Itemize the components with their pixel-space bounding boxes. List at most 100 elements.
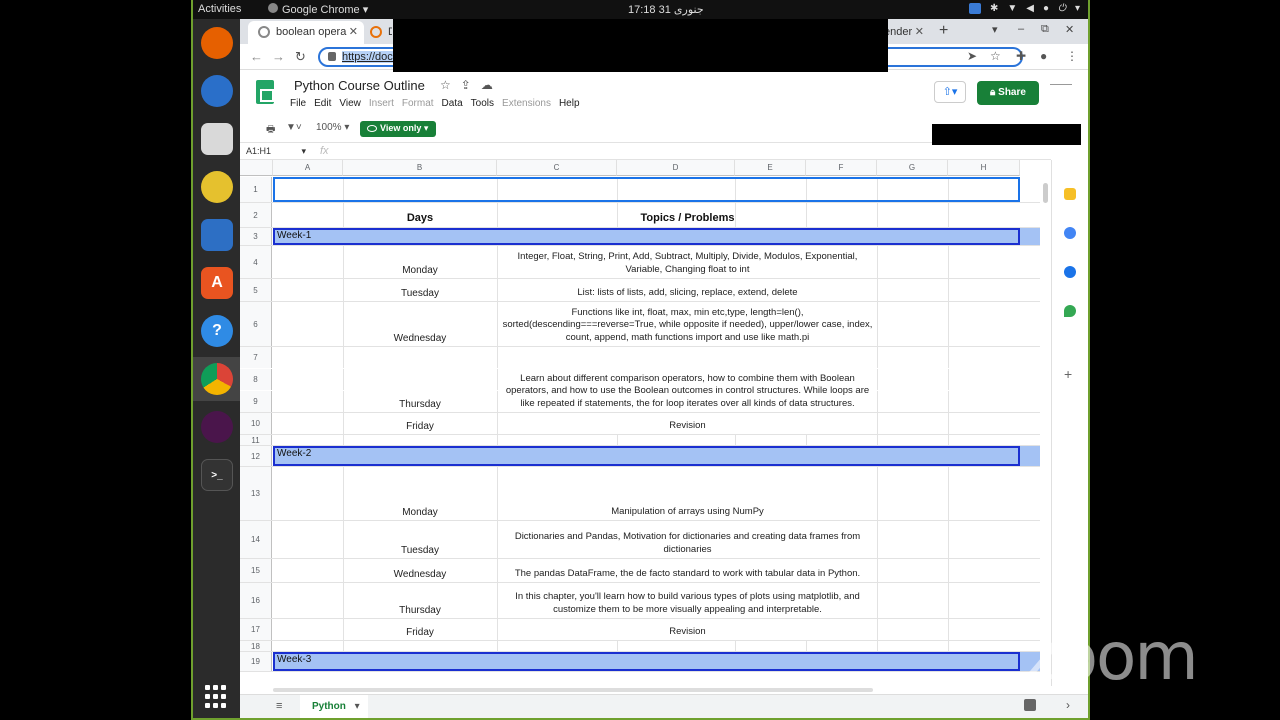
more-menu-icon[interactable]: ⋮ bbox=[1066, 49, 1078, 63]
row-header[interactable]: 13 bbox=[240, 467, 272, 520]
column-header-a[interactable]: A bbox=[273, 160, 343, 176]
topic-cell[interactable]: Dictionaries and Pandas, Motivation for … bbox=[498, 531, 877, 556]
scrollbar-thumb[interactable] bbox=[273, 688, 873, 692]
day-cell[interactable]: Friday bbox=[343, 627, 497, 638]
wifi-icon[interactable]: ▼ bbox=[1007, 3, 1017, 14]
day-cell[interactable]: Thursday bbox=[343, 399, 497, 410]
table-row[interactable]: 7 bbox=[240, 347, 1051, 369]
chevron-down-icon[interactable]: ▾ bbox=[1075, 3, 1080, 14]
table-row[interactable]: 9 Thursday Learn about different compariso… bbox=[240, 373, 1051, 413]
table-row[interactable]: 2 Days Topics / Problems bbox=[240, 203, 1051, 228]
select-all-corner[interactable] bbox=[240, 160, 273, 176]
row-header[interactable]: 1 bbox=[240, 177, 272, 202]
menu-tools[interactable]: Tools bbox=[471, 98, 494, 109]
close-icon[interactable]: ✕ bbox=[915, 25, 924, 38]
topic-cell[interactable]: Revision bbox=[498, 420, 877, 433]
table-row[interactable]: 4 Monday Integer, Float, String, Print, Ad… bbox=[240, 246, 1051, 279]
filter-icon[interactable]: ▼˅ bbox=[286, 122, 302, 133]
close-icon[interactable]: ✕ bbox=[349, 25, 358, 38]
new-tab-button[interactable]: + bbox=[939, 22, 948, 40]
vertical-scrollbar[interactable] bbox=[1040, 177, 1051, 686]
week-row[interactable]: 19 Week-3 bbox=[240, 652, 1051, 672]
day-cell[interactable]: Monday bbox=[343, 265, 497, 276]
help-icon[interactable]: ? bbox=[201, 315, 233, 347]
tab-search-icon[interactable]: ▾ bbox=[992, 23, 998, 36]
firefox-icon[interactable] bbox=[201, 27, 233, 59]
account-avatar[interactable] bbox=[1050, 84, 1072, 88]
tasks-icon[interactable] bbox=[1064, 227, 1076, 239]
topic-cell[interactable]: Learn about different comparison operato… bbox=[498, 373, 877, 411]
tab-second[interactable]: D bbox=[364, 21, 392, 44]
day-cell[interactable]: Thursday bbox=[343, 605, 497, 616]
row-header[interactable]: 5 bbox=[240, 279, 272, 301]
volume-icon[interactable]: ◀ bbox=[1026, 3, 1034, 14]
star-icon[interactable]: ☆ bbox=[440, 78, 451, 92]
menu-data[interactable]: Data bbox=[442, 98, 463, 109]
topic-cell[interactable]: Revision bbox=[498, 626, 877, 639]
thunderbird-icon[interactable] bbox=[201, 75, 233, 107]
day-cell[interactable]: Wednesday bbox=[343, 333, 497, 344]
topic-cell[interactable]: List: lists of lists, add, slicing, repl… bbox=[498, 287, 877, 300]
settings-icon[interactable]: ✱ bbox=[990, 3, 998, 14]
day-cell[interactable]: Tuesday bbox=[343, 545, 497, 556]
mic-icon[interactable]: ● bbox=[1043, 3, 1049, 14]
add-addon-icon[interactable]: + bbox=[1064, 366, 1072, 382]
maximize-button[interactable]: ⧉ bbox=[1041, 23, 1049, 36]
table-row[interactable]: 1 bbox=[240, 177, 1051, 203]
terminal-icon[interactable]: >_ bbox=[201, 459, 233, 491]
profile-icon[interactable]: ● bbox=[1040, 49, 1047, 63]
spreadsheet-grid[interactable]: A B C D E F G H 1 2 Days Topics / Problems 3 Week-1 4 M… bbox=[240, 160, 1051, 686]
keep-icon[interactable] bbox=[1064, 188, 1076, 200]
zoom-select[interactable]: 100% ▾ bbox=[316, 122, 349, 133]
show-apps-icon[interactable] bbox=[205, 685, 229, 709]
activities-button[interactable]: Activities bbox=[198, 3, 241, 15]
row-header[interactable]: 12 bbox=[240, 446, 272, 466]
table-row[interactable]: 11 bbox=[240, 435, 1051, 446]
slack-icon[interactable] bbox=[201, 411, 233, 443]
column-header-h[interactable]: H bbox=[948, 160, 1020, 176]
day-cell[interactable]: Monday bbox=[343, 507, 497, 518]
chevron-right-icon[interactable]: › bbox=[1066, 698, 1070, 712]
table-row[interactable]: 14 Tuesday Dictionaries and Pandas, Motiva… bbox=[240, 521, 1051, 559]
document-title[interactable]: Python Course Outline bbox=[294, 78, 425, 93]
present-button[interactable]: ⇧▾ bbox=[934, 81, 966, 103]
clock[interactable]: 17:18 جنوری 31 bbox=[628, 3, 704, 16]
name-box[interactable]: A1:H1 ▾ bbox=[246, 146, 306, 157]
software-icon[interactable]: A bbox=[201, 267, 233, 299]
day-cell[interactable]: Friday bbox=[343, 421, 497, 432]
writer-icon[interactable] bbox=[201, 219, 233, 251]
horizontal-scrollbar[interactable] bbox=[273, 685, 1051, 694]
row-header[interactable]: 17 bbox=[240, 619, 272, 640]
table-row[interactable]: 16 Thursday In this chapter, you'll learn … bbox=[240, 583, 1051, 619]
row-header[interactable]: 18 bbox=[240, 641, 272, 651]
row-header[interactable]: 15 bbox=[240, 559, 272, 582]
table-row[interactable]: 15 Wednesday The pandas DataFrame, the de … bbox=[240, 559, 1051, 583]
row-header[interactable]: 4 bbox=[240, 246, 272, 278]
day-cell[interactable]: Wednesday bbox=[343, 569, 497, 580]
menu-view[interactable]: View bbox=[339, 98, 361, 109]
row-header[interactable]: 10 bbox=[240, 413, 272, 434]
bookmark-star-icon[interactable]: ☆ bbox=[990, 49, 1001, 63]
forward-icon[interactable]: → bbox=[272, 49, 285, 64]
row-header[interactable]: 2 bbox=[240, 203, 272, 227]
topic-cell[interactable]: In this chapter, you'll learn how to bui… bbox=[498, 591, 877, 616]
menu-file[interactable]: File bbox=[290, 98, 306, 109]
all-sheets-icon[interactable]: ≡ bbox=[276, 700, 282, 712]
row-header[interactable]: 14 bbox=[240, 521, 272, 558]
row-header[interactable]: 11 bbox=[240, 435, 272, 445]
row-header[interactable]: 19 bbox=[240, 652, 272, 671]
column-header-b[interactable]: B bbox=[343, 160, 497, 176]
cloud-status-icon[interactable]: ☁ bbox=[481, 78, 493, 92]
table-row[interactable]: 13 Monday Manipulation of arrays using Num… bbox=[240, 467, 1051, 521]
column-header-f[interactable]: F bbox=[806, 160, 877, 176]
week-row[interactable]: 3 Week-1 bbox=[240, 228, 1051, 246]
sheet-tab-python[interactable]: Python ▾ bbox=[300, 695, 368, 718]
table-row[interactable]: 5 Tuesday List: lists of lists, add, slici… bbox=[240, 279, 1051, 302]
rhythmbox-icon[interactable] bbox=[201, 171, 233, 203]
column-header-c[interactable]: C bbox=[497, 160, 617, 176]
column-header-g[interactable]: G bbox=[877, 160, 948, 176]
topic-cell[interactable]: Manipulation of arrays using NumPy bbox=[498, 506, 877, 519]
topic-cell[interactable]: The pandas DataFrame, the de facto stand… bbox=[498, 568, 877, 581]
move-icon[interactable]: ⇪ bbox=[461, 78, 471, 92]
tab-boolean-operators[interactable]: boolean opera ✕ bbox=[248, 21, 364, 44]
